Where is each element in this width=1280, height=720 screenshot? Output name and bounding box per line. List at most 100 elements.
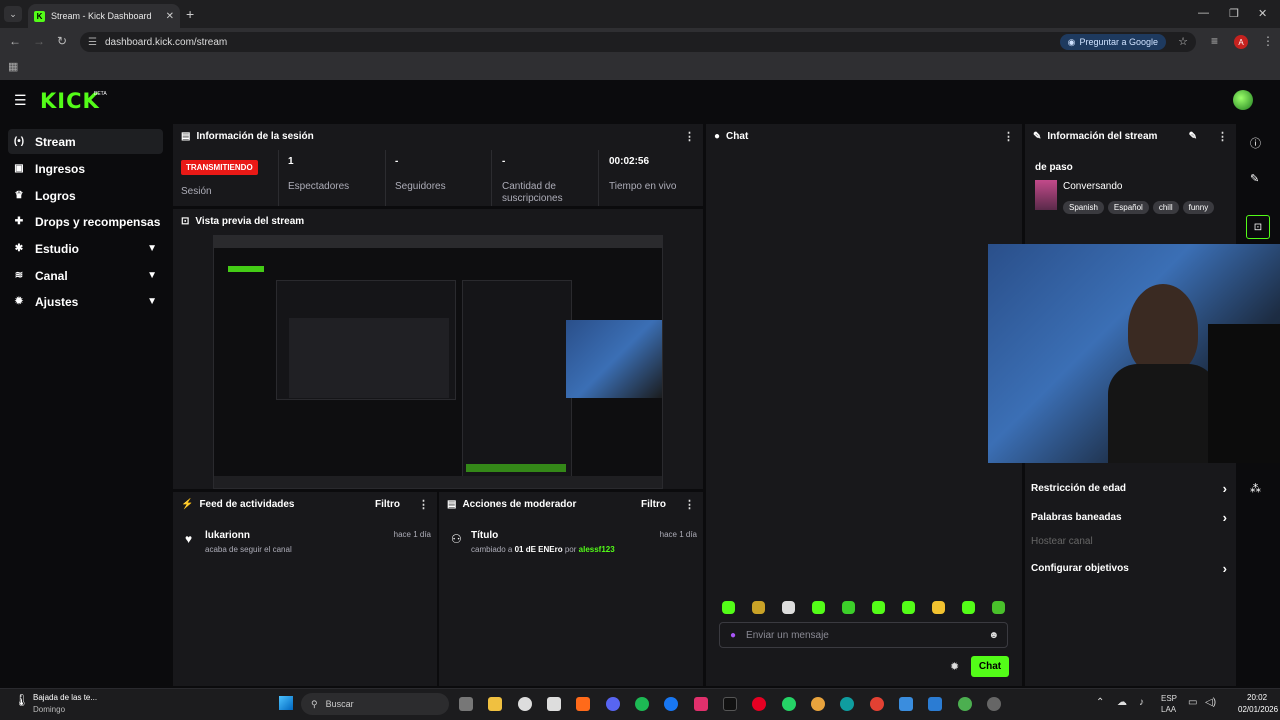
feed-item-action: acaba de seguir el canal [205, 545, 292, 554]
clock-time[interactable]: 20:02 [1247, 693, 1267, 702]
mod-filter-button[interactable]: Filtro [641, 499, 666, 510]
tray-chevron-icon[interactable]: ⌃ [1096, 697, 1104, 708]
stream-preview-video[interactable] [213, 235, 663, 489]
browser-tab[interactable]: K Stream - Kick Dashboard ✕ [28, 4, 180, 28]
chat-message-input[interactable]: ● Enviar un mensaje ☻ [719, 622, 1008, 648]
weather-icon[interactable]: 🌡 [14, 693, 29, 707]
feed-filter-button[interactable]: Filtro [375, 499, 400, 510]
apps-grid-icon[interactable]: ▦ [8, 60, 18, 73]
chatgpt-icon[interactable] [518, 697, 532, 711]
microphone-tray-icon[interactable]: ♪ [1139, 697, 1144, 708]
more-options-icon[interactable]: ⋮ [1003, 130, 1014, 143]
emote-icon[interactable] [992, 601, 1005, 614]
edge-icon[interactable] [840, 697, 854, 711]
address-bar[interactable]: ☰ dashboard.kick.com/stream ◉ Preguntar a… [80, 32, 1196, 52]
chat-settings-icon[interactable]: ✹ [950, 660, 959, 673]
option-configure-goals[interactable]: Configurar objetivos › [1031, 561, 1227, 576]
send-chat-button[interactable]: Chat [971, 656, 1009, 677]
share-icon[interactable]: ⁂ [1250, 482, 1261, 495]
spotify-icon[interactable] [635, 697, 649, 711]
category-name[interactable]: Conversando [1063, 181, 1122, 192]
instagram-icon[interactable] [694, 697, 708, 711]
facebook-icon[interactable] [664, 697, 678, 711]
emote-icon[interactable] [812, 601, 825, 614]
back-icon[interactable]: ← [9, 34, 21, 48]
sidebar-item-ingresos[interactable]: ▣ Ingresos [8, 156, 163, 181]
hamburger-menu-icon[interactable]: ☰ [14, 92, 27, 109]
user-avatar[interactable] [1233, 90, 1253, 110]
mod-item: ⚇ Título cambiado a 01 dE ENEro por ales… [447, 530, 697, 554]
volume-icon[interactable]: ◁) [1205, 697, 1216, 708]
emote-icon[interactable] [722, 601, 735, 614]
app-icon[interactable] [576, 697, 590, 711]
new-tab-icon[interactable]: + [186, 6, 194, 22]
emote-icon[interactable] [782, 601, 795, 614]
forward-icon[interactable]: → [33, 34, 45, 48]
more-options-icon[interactable]: ⋮ [418, 498, 429, 511]
mod-detail-user[interactable]: alessf123 [579, 545, 615, 554]
preview-toggle-icon[interactable]: ⊡ [1246, 215, 1270, 239]
ask-google-label: Preguntar a Google [1079, 37, 1158, 47]
more-options-icon[interactable]: ⋮ [1217, 130, 1228, 143]
sidebar-item-label: Ingresos [35, 161, 86, 176]
close-window-icon[interactable]: ✕ [1258, 7, 1267, 20]
webcam-overlay [988, 244, 1280, 463]
mail-icon[interactable] [928, 697, 942, 711]
file-explorer-icon[interactable] [488, 697, 502, 711]
emote-icon[interactable] [752, 601, 765, 614]
emote-icon[interactable] [872, 601, 885, 614]
emote-icon[interactable] [932, 601, 945, 614]
task-view-icon[interactable] [459, 697, 473, 711]
sidebar-item-canal[interactable]: ≋ Canal ▼ [8, 263, 163, 288]
media-control-icon[interactable]: ≡ [1211, 34, 1218, 48]
sidebar-item-estudio[interactable]: ✱ Estudio ▼ [8, 236, 163, 261]
reload-icon[interactable]: ↻ [57, 34, 67, 48]
info-icon[interactable]: ⓘ [1250, 135, 1261, 151]
option-banned-words[interactable]: Palabras baneadas › [1031, 510, 1227, 525]
minimize-icon[interactable]: — [1198, 7, 1209, 19]
ask-google-button[interactable]: ◉ Preguntar a Google [1059, 34, 1166, 50]
mod-item-time: hace 1 día [659, 530, 697, 539]
tiktok-icon[interactable] [723, 697, 737, 711]
chrome-profile-icon[interactable] [958, 697, 972, 711]
network-icon[interactable]: ▭ [1188, 697, 1197, 708]
more-options-icon[interactable]: ⋮ [684, 130, 695, 143]
emoji-icon[interactable]: ☻ [988, 630, 999, 641]
whatsapp-icon[interactable] [782, 697, 796, 711]
site-info-icon[interactable]: ☰ [88, 37, 97, 48]
weather-title[interactable]: Bajada de las te... [33, 693, 97, 702]
cloud-icon[interactable]: ☁ [1117, 697, 1127, 708]
divider [598, 150, 599, 206]
sidebar-item-stream[interactable]: (•) Stream [8, 129, 163, 154]
language-primary[interactable]: ESP [1161, 694, 1177, 703]
pencil-icon[interactable]: ✎ [1250, 172, 1259, 185]
bookmark-star-icon[interactable]: ☆ [1178, 35, 1188, 48]
edit-icon[interactable]: ✎ [1189, 131, 1197, 142]
kick-logo[interactable]: KICK [40, 89, 100, 113]
obs-icon[interactable] [987, 697, 1001, 711]
capcut-icon[interactable] [547, 697, 561, 711]
sidebar-item-drops[interactable]: ✚ Drops y recompensas [8, 209, 163, 234]
app-icon[interactable] [811, 697, 825, 711]
profile-avatar[interactable]: A [1234, 35, 1248, 49]
chrome-icon[interactable] [870, 697, 884, 711]
chevron-right-icon: › [1222, 510, 1227, 525]
pinterest-icon[interactable] [752, 697, 766, 711]
close-tab-icon[interactable]: ✕ [166, 11, 174, 22]
emote-icon[interactable] [902, 601, 915, 614]
more-options-icon[interactable]: ⋮ [684, 498, 695, 511]
emote-icon[interactable] [842, 601, 855, 614]
option-age-restriction[interactable]: Restricción de edad › [1031, 481, 1227, 496]
sidebar-item-ajustes[interactable]: ✹ Ajustes ▼ [8, 289, 163, 314]
taskbar-search[interactable]: ⚲ Buscar [301, 693, 449, 715]
windows-start-icon[interactable] [279, 696, 293, 710]
discord-icon[interactable] [606, 697, 620, 711]
chart-icon: ▤ [181, 130, 191, 142]
more-menu-icon[interactable]: ⋮ [1262, 34, 1274, 48]
tab-search-icon[interactable]: ⌄ [4, 6, 22, 22]
microphone-icon[interactable]: ● [730, 630, 736, 641]
restore-icon[interactable]: ❐ [1229, 7, 1239, 20]
emote-icon[interactable] [962, 601, 975, 614]
sidebar-item-logros[interactable]: ♛ Logros [8, 183, 163, 208]
store-icon[interactable] [899, 697, 913, 711]
